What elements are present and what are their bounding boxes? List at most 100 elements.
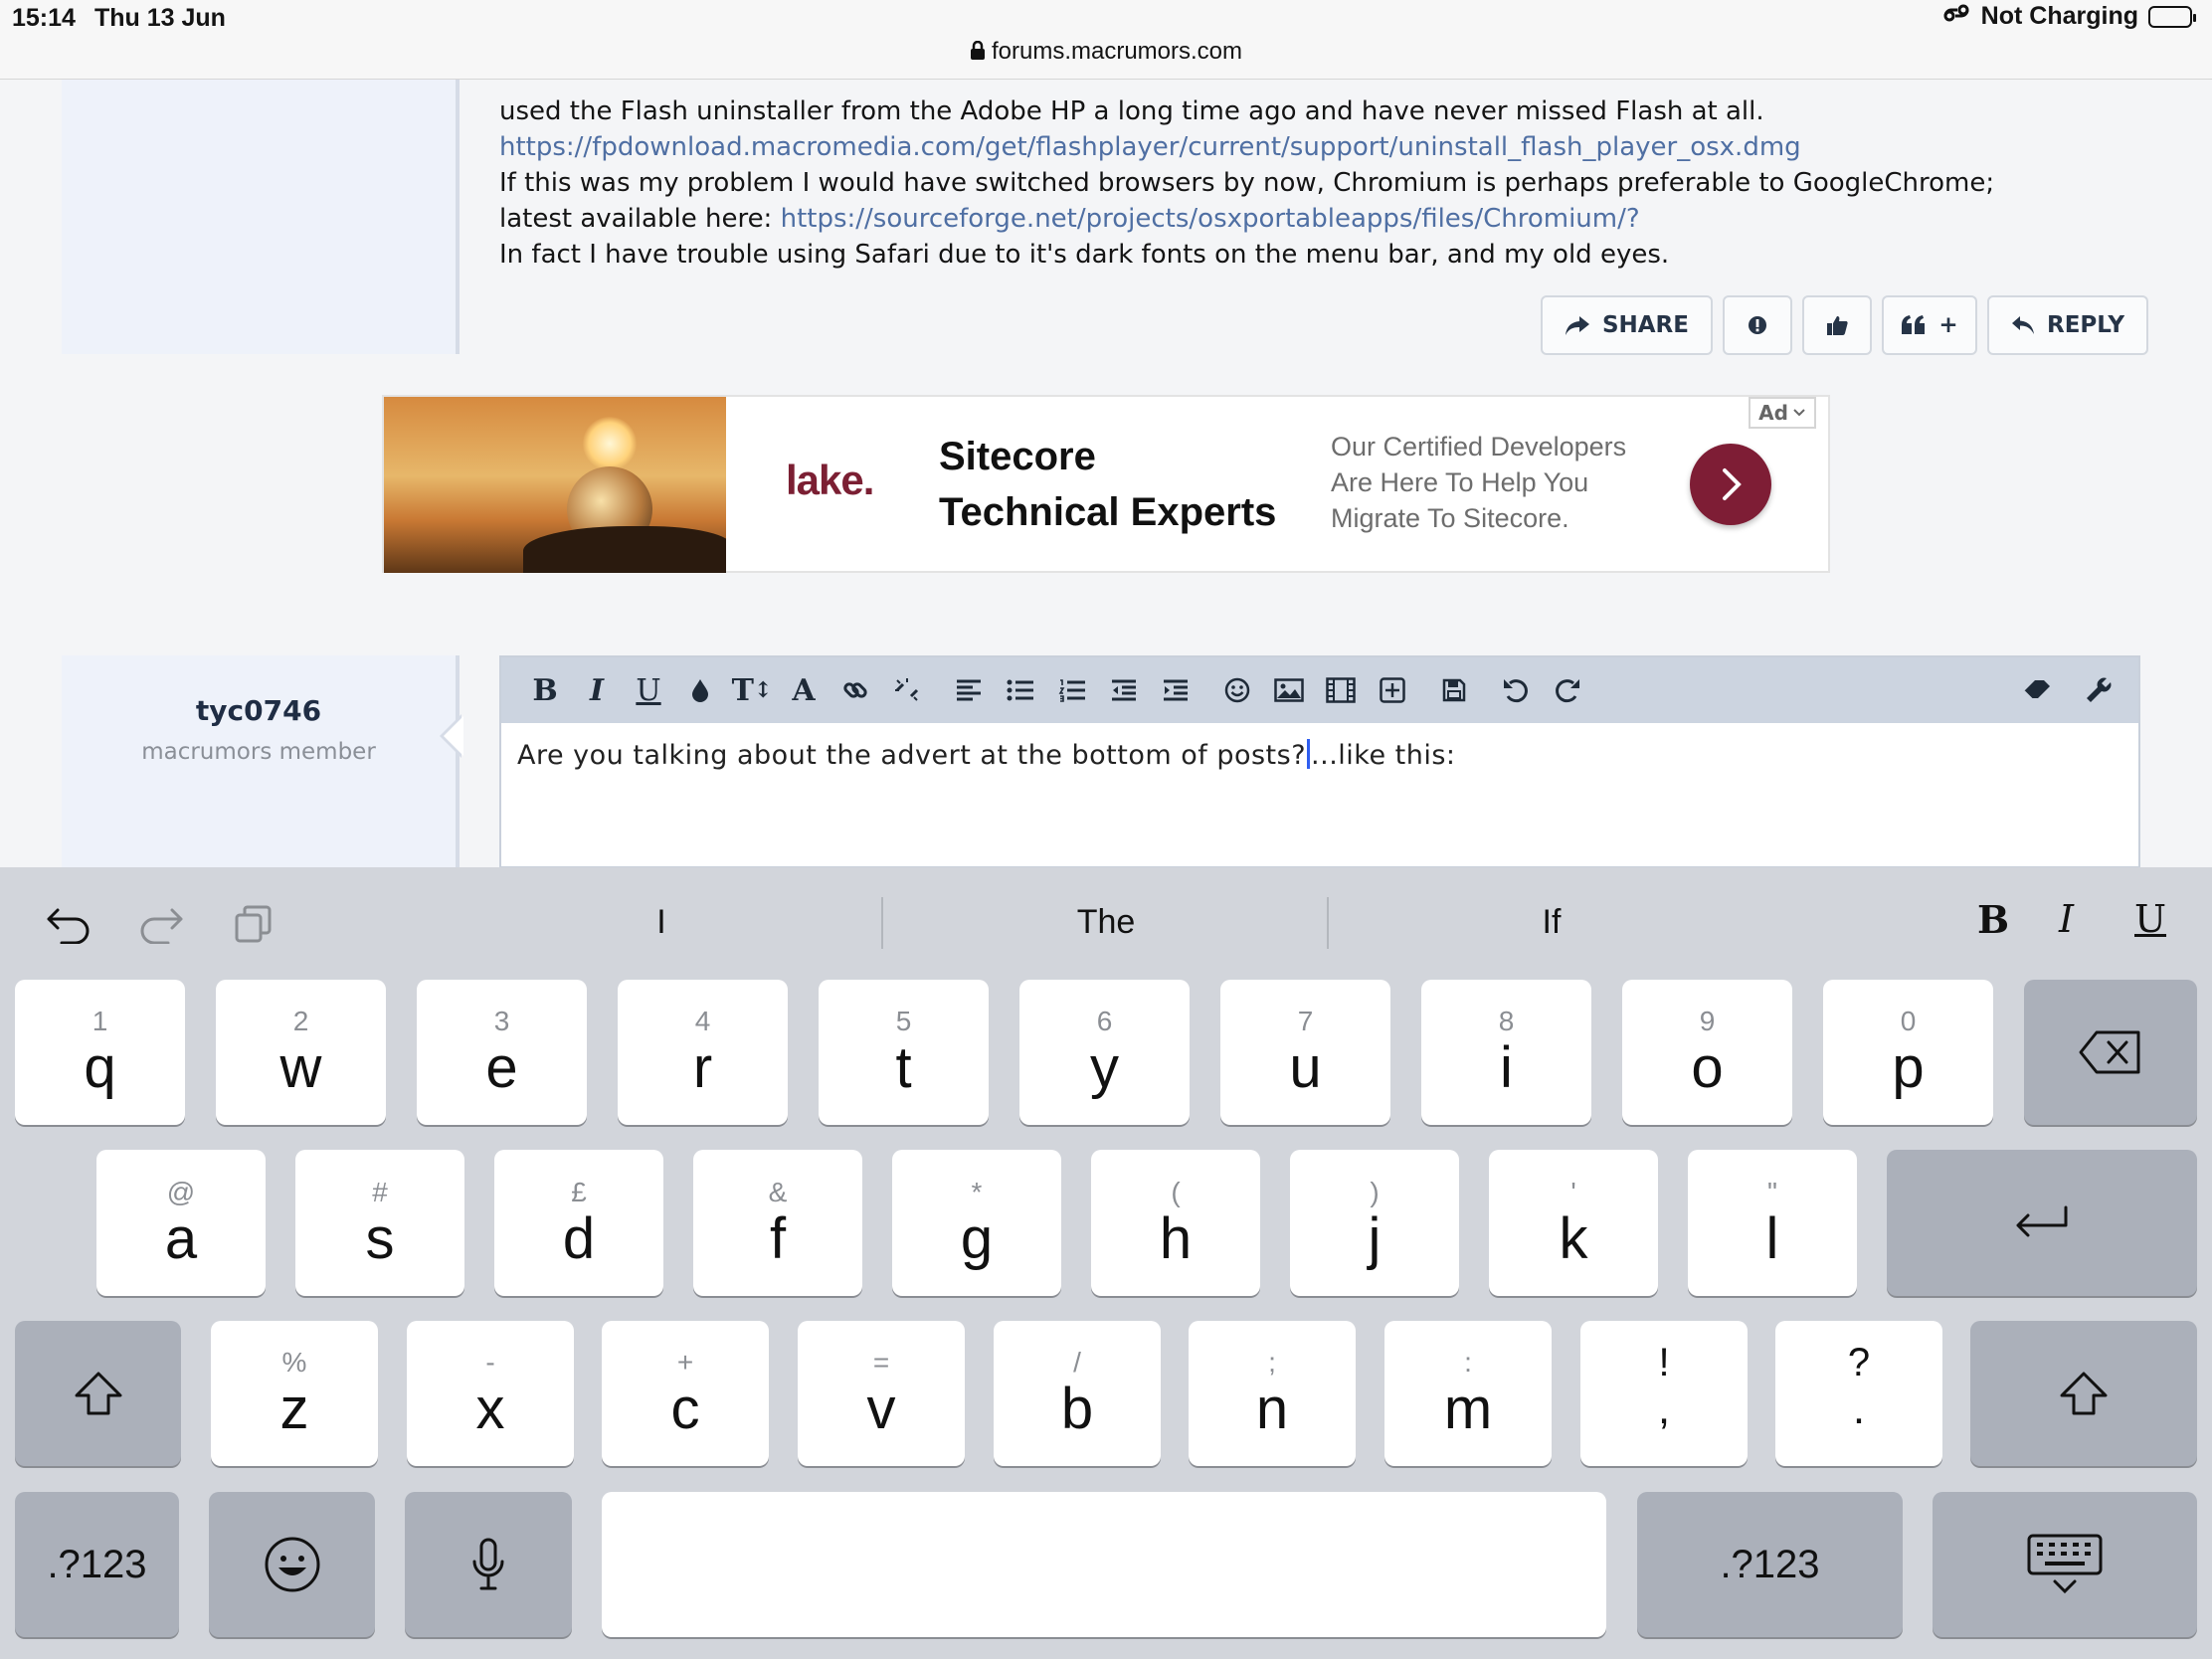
redo-key[interactable] <box>134 899 188 949</box>
multiquote-button[interactable]: + <box>1881 295 1977 355</box>
report-icon <box>1748 316 1766 334</box>
key-e[interactable]: 3e <box>417 980 587 1125</box>
key-o[interactable]: 9o <box>1622 980 1792 1125</box>
key-n[interactable]: ; n <box>1189 1321 1356 1466</box>
keyboard-bold-button[interactable]: B <box>1977 897 2009 942</box>
like-button[interactable] <box>1801 295 1872 355</box>
reply-icon <box>2011 316 2034 334</box>
reply-user-title: macrumors member <box>141 739 376 765</box>
emoji-key[interactable] <box>209 1492 375 1637</box>
reply-text-area[interactable]: Are you talking about the advert at the … <box>501 723 2138 787</box>
link-icon <box>843 682 867 698</box>
suggestion-3[interactable]: If <box>1333 903 1770 942</box>
chromium-link[interactable]: https://sourceforge.net/projects/osxport… <box>781 204 1640 234</box>
battery-icon <box>2148 5 2196 28</box>
key-a[interactable]: @ a <box>96 1150 266 1296</box>
on-screen-keyboard: I The If B I U 1q 2w 3e 4r 5t 6y 7u 8i 9… <box>0 867 2212 1659</box>
return-key[interactable] <box>1887 1150 2197 1296</box>
insert-media-button[interactable] <box>1315 664 1367 716</box>
key-l[interactable]: " l <box>1688 1150 1857 1296</box>
key-h[interactable]: (h <box>1091 1150 1260 1296</box>
insert-link-button[interactable] <box>830 664 881 716</box>
reply-button[interactable]: REPLY <box>1986 295 2148 355</box>
key-s[interactable]: # s <box>295 1150 464 1296</box>
undo-button[interactable] <box>1490 664 1542 716</box>
key-t[interactable]: 5t <box>819 980 989 1125</box>
unlink-icon <box>895 678 919 701</box>
ad-choices-badge[interactable]: Ad <box>1749 397 1816 429</box>
image-icon <box>1274 678 1304 702</box>
outdent-button[interactable] <box>1098 664 1150 716</box>
ad-arrow-button[interactable] <box>1690 444 1771 525</box>
suggestion-1[interactable]: I <box>443 903 880 942</box>
flash-uninstaller-link[interactable]: https://fpdownload.macromedia.com/get/fl… <box>499 132 1801 162</box>
post-line: used the Flash uninstaller from the Adob… <box>499 96 1764 126</box>
indent-button[interactable] <box>1150 664 1201 716</box>
status-bar: 15:14 Thu 13 Jun Not Charging forums.mac… <box>0 0 2212 80</box>
post-actions: SHARE + REPLY <box>1540 295 2148 355</box>
paste-key[interactable] <box>227 899 280 949</box>
delete-key[interactable] <box>2024 980 2197 1125</box>
suggestion-2[interactable]: The <box>887 903 1325 942</box>
key-x[interactable]: -x <box>407 1321 574 1466</box>
text-color-button[interactable] <box>674 664 726 716</box>
reply-username[interactable]: tyc0746 <box>62 694 456 727</box>
key-d[interactable]: £ d <box>494 1150 663 1296</box>
keyboard-italic-button[interactable]: I <box>2059 897 2074 941</box>
key-q[interactable]: 1q <box>15 980 185 1125</box>
key-g[interactable]: * g <box>892 1150 1061 1296</box>
key-z[interactable]: % z <box>211 1321 378 1466</box>
keyboard-underline-button[interactable]: U <box>2134 897 2166 941</box>
share-button[interactable]: SHARE <box>1540 295 1713 355</box>
shift-key-right[interactable] <box>1970 1321 2197 1466</box>
keyboard-hide-icon <box>2027 1534 2103 1594</box>
key-r[interactable]: 4r <box>618 980 788 1125</box>
remove-link-button[interactable] <box>881 664 933 716</box>
undo-key[interactable] <box>42 899 95 949</box>
multiquote-plus: + <box>1938 312 1958 338</box>
numbered-list-button[interactable] <box>1046 664 1098 716</box>
underline-button[interactable]: U <box>623 664 674 716</box>
font-family-button[interactable]: A <box>778 664 830 716</box>
eraser-icon <box>2023 680 2050 700</box>
key-c[interactable]: + c <box>602 1321 769 1466</box>
bullet-list-button[interactable] <box>995 664 1046 716</box>
advertisement-banner[interactable]: lake. Sitecore Technical Experts Our Cer… <box>382 395 1830 573</box>
plus-square-icon <box>1380 677 1405 703</box>
bold-button[interactable]: B <box>519 664 571 716</box>
editor-settings-button[interactable] <box>2073 664 2124 716</box>
dictation-key[interactable] <box>405 1492 572 1637</box>
smiley-icon <box>1224 677 1250 703</box>
key-y[interactable]: 6y <box>1019 980 1190 1125</box>
key-comma[interactable]: !, <box>1580 1321 1748 1466</box>
previous-post-user-panel <box>62 80 460 354</box>
key-v[interactable]: = v <box>798 1321 965 1466</box>
key-period[interactable]: ?. <box>1775 1321 1942 1466</box>
italic-button[interactable]: I <box>571 664 623 716</box>
insert-image-button[interactable] <box>1263 664 1315 716</box>
key-b[interactable]: / b <box>994 1321 1161 1466</box>
shift-key-left[interactable] <box>15 1321 181 1466</box>
align-button[interactable] <box>943 664 995 716</box>
key-i[interactable]: 8i <box>1421 980 1591 1125</box>
key-p[interactable]: 0p <box>1823 980 1993 1125</box>
key-m[interactable]: :m <box>1384 1321 1552 1466</box>
numbers-key-left[interactable]: .?123 <box>15 1492 179 1637</box>
key-w[interactable]: 2w <box>216 980 386 1125</box>
numbers-key-right[interactable]: .?123 <box>1637 1492 1903 1637</box>
smilies-button[interactable] <box>1211 664 1263 716</box>
remove-formatting-button[interactable] <box>2011 664 2063 716</box>
undo-icon <box>1504 679 1528 703</box>
key-f[interactable]: & f <box>693 1150 862 1296</box>
key-j[interactable]: ) j <box>1290 1150 1459 1296</box>
font-size-button[interactable]: T ↕ <box>726 664 778 716</box>
report-button[interactable] <box>1722 295 1792 355</box>
space-bar[interactable] <box>602 1492 1606 1637</box>
key-u[interactable]: 7u <box>1220 980 1390 1125</box>
address-bar[interactable]: forums.macrumors.com <box>0 38 2212 68</box>
redo-button[interactable] <box>1542 664 1593 716</box>
save-draft-button[interactable] <box>1428 664 1480 716</box>
hide-keyboard-key[interactable] <box>1933 1492 2197 1637</box>
insert-more-button[interactable] <box>1367 664 1418 716</box>
key-k[interactable]: ' k <box>1489 1150 1658 1296</box>
